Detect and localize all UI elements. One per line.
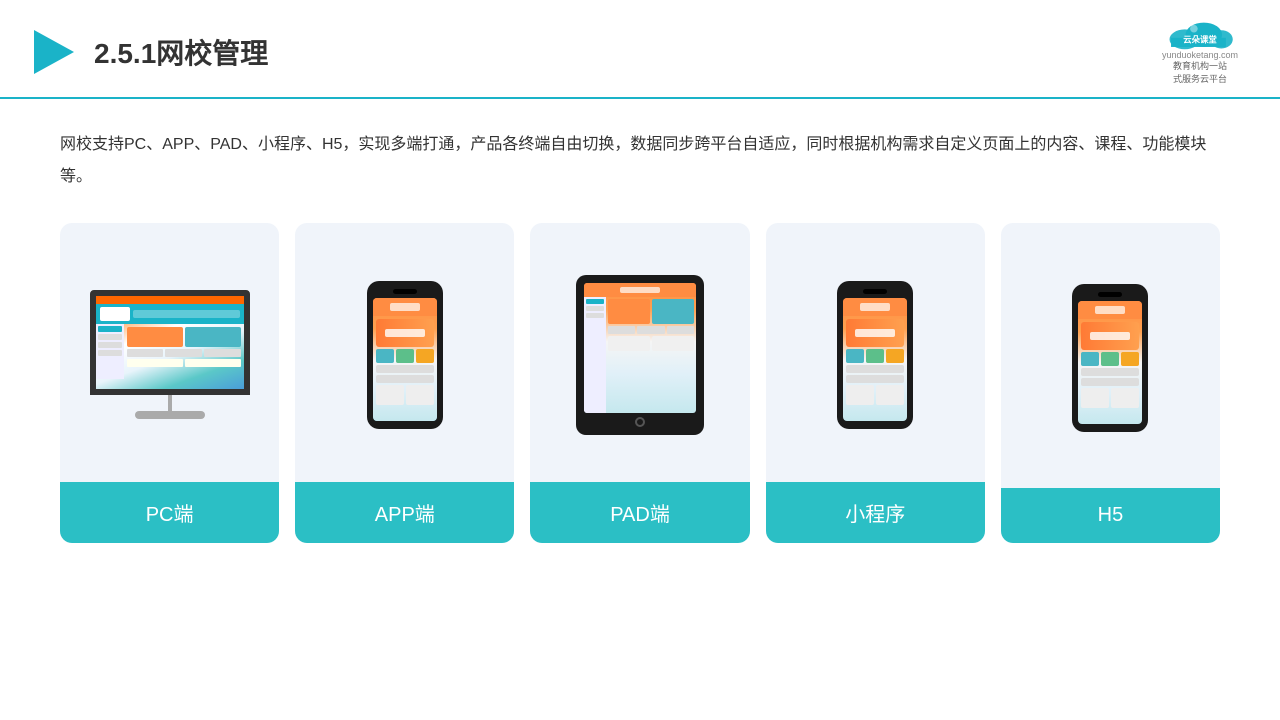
- card-pc: PC端: [60, 223, 279, 543]
- monitor-mockup: [85, 290, 255, 419]
- card-pad: PAD端: [530, 223, 749, 543]
- card-pc-label: PC端: [60, 482, 279, 543]
- cards-row: PC端: [60, 223, 1220, 543]
- card-h5-label: H5: [1001, 488, 1220, 543]
- card-app-image: [295, 223, 514, 482]
- play-icon: [30, 28, 78, 76]
- phone-mockup-h5: [1070, 284, 1150, 432]
- page: 2.5.1网校管理 云朵课堂 yunduoketang.com 教育机构一站 式…: [0, 0, 1280, 720]
- card-h5: H5: [1001, 223, 1220, 543]
- card-mini: 小程序: [766, 223, 985, 543]
- logo-area: 云朵课堂 yunduoketang.com 教育机构一站 式服务云平台: [1160, 18, 1240, 85]
- svg-text:云朵课堂: 云朵课堂: [1183, 34, 1217, 44]
- card-h5-image: [1001, 223, 1220, 488]
- main-content: 网校支持PC、APP、PAD、小程序、H5，实现多端打通，产品各终端自由切换，数…: [0, 99, 1280, 720]
- card-app-label: APP端: [295, 482, 514, 543]
- card-pad-image: [530, 223, 749, 482]
- page-title: 2.5.1网校管理: [94, 32, 268, 72]
- card-pad-label: PAD端: [530, 482, 749, 543]
- logo-icon: 云朵课堂: [1160, 18, 1240, 50]
- header: 2.5.1网校管理 云朵课堂 yunduoketang.com 教育机构一站 式…: [0, 0, 1280, 99]
- card-pc-image: [60, 223, 279, 482]
- header-left: 2.5.1网校管理: [30, 28, 268, 76]
- card-mini-label: 小程序: [766, 482, 985, 543]
- monitor-screen: [90, 290, 250, 395]
- phone-mockup-mini: [835, 281, 915, 429]
- logo-tagline: 教育机构一站 式服务云平台: [1173, 60, 1227, 85]
- description-text: 网校支持PC、APP、PAD、小程序、H5，实现多端打通，产品各终端自由切换，数…: [60, 129, 1220, 193]
- logo-url: yunduoketang.com: [1162, 50, 1238, 60]
- phone-mockup-app: [365, 281, 445, 429]
- card-app: APP端: [295, 223, 514, 543]
- card-mini-image: [766, 223, 985, 482]
- tablet-mockup: [575, 275, 705, 435]
